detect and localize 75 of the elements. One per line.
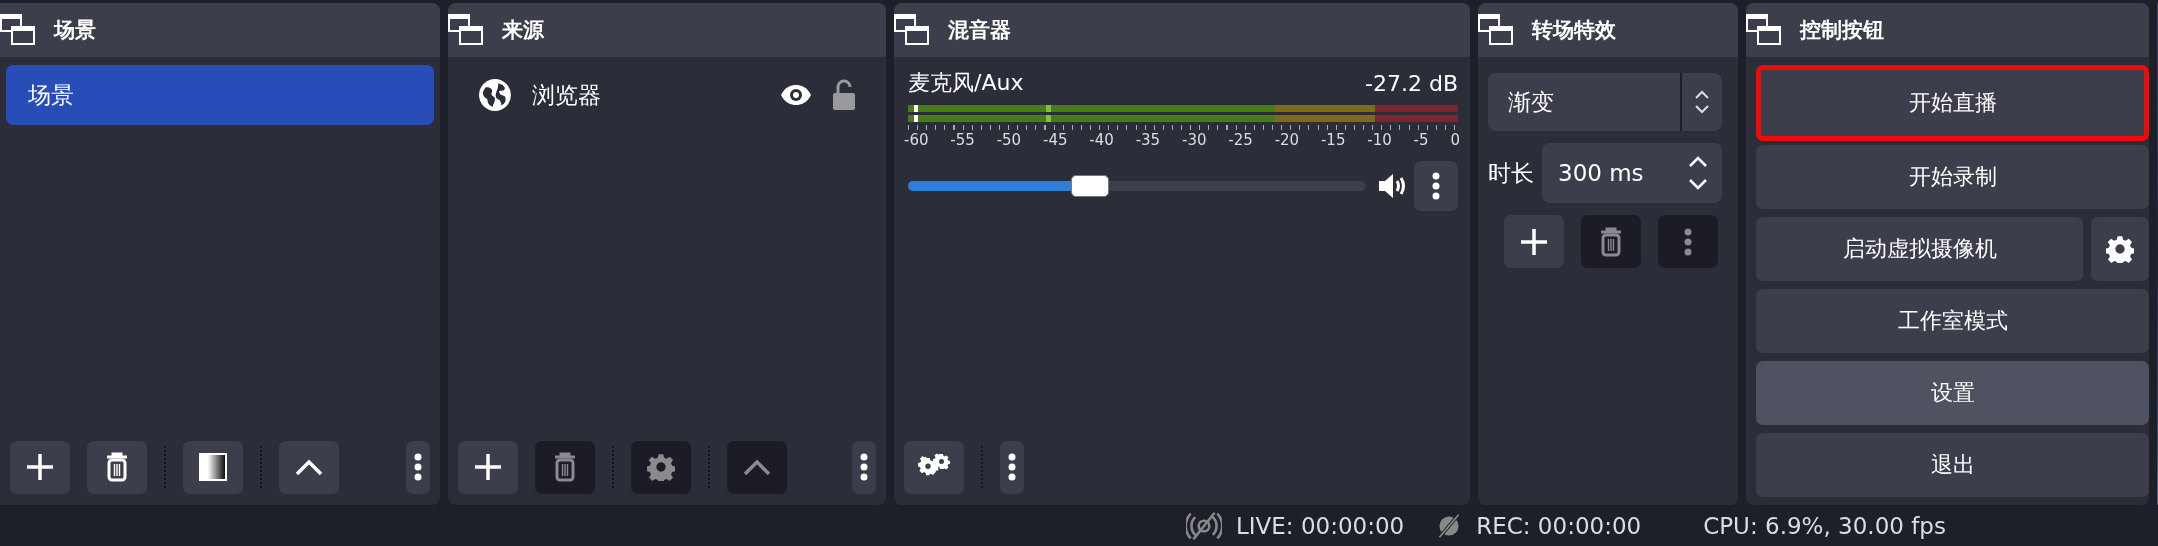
scale-label: -55 bbox=[950, 131, 975, 149]
control-button[interactable]: 工作室模式 bbox=[1756, 289, 2149, 353]
more-icon bbox=[860, 453, 868, 481]
channel-name: 麦克风/Aux bbox=[908, 69, 1024, 97]
volume-slider[interactable] bbox=[908, 174, 1366, 198]
mute-toggle[interactable] bbox=[1378, 172, 1408, 200]
eye-icon bbox=[780, 84, 812, 106]
scale-label: -10 bbox=[1367, 131, 1392, 149]
speaker-icon bbox=[1378, 172, 1408, 200]
gear-icon bbox=[647, 453, 675, 481]
source-item[interactable]: 浏览器 bbox=[454, 65, 880, 125]
globe-icon bbox=[478, 78, 512, 112]
scale-label: -30 bbox=[1181, 131, 1207, 149]
menu-button[interactable] bbox=[406, 440, 430, 494]
panel-title: 混音器 bbox=[948, 17, 1011, 44]
plus-icon bbox=[473, 452, 503, 482]
visibility-toggle[interactable] bbox=[780, 84, 812, 106]
control-button[interactable]: 退出 bbox=[1756, 433, 2149, 497]
trash-icon bbox=[553, 452, 577, 482]
more-icon bbox=[1684, 227, 1692, 256]
menu-button[interactable] bbox=[1414, 161, 1458, 211]
scale-label: -40 bbox=[1089, 131, 1114, 149]
chevron-up-icon bbox=[742, 458, 772, 476]
transition-dropdown[interactable]: 渐变 bbox=[1488, 73, 1722, 131]
add-button[interactable] bbox=[1504, 215, 1564, 268]
scale-label: -25 bbox=[1228, 131, 1253, 149]
rec-time: REC: 00:00:00 bbox=[1476, 512, 1642, 539]
more-icon bbox=[414, 453, 422, 481]
lock-toggle[interactable] bbox=[832, 79, 856, 111]
panel-title: 转场特效 bbox=[1532, 17, 1616, 44]
panel-title: 来源 bbox=[502, 17, 544, 44]
control-button[interactable]: 启动虚拟摄像机 bbox=[1756, 217, 2083, 281]
settings-button[interactable] bbox=[2091, 217, 2149, 281]
scale-label: -35 bbox=[1135, 131, 1161, 149]
menu-button[interactable] bbox=[1000, 440, 1024, 494]
filter-button[interactable] bbox=[183, 440, 243, 494]
remove-button[interactable] bbox=[87, 440, 147, 494]
add-button[interactable] bbox=[458, 440, 518, 494]
chevron-up-icon bbox=[294, 458, 324, 476]
volume-reading: -27.2 dB bbox=[1365, 70, 1458, 96]
trash-icon bbox=[105, 452, 129, 482]
scene-item[interactable]: 场景 bbox=[6, 65, 434, 125]
source-label: 浏览器 bbox=[532, 80, 601, 110]
gear-icon bbox=[2106, 235, 2134, 263]
cpu-usage: CPU: 6.9%, 30.00 fps bbox=[1703, 512, 1946, 539]
plus-icon bbox=[25, 452, 55, 482]
slider-thumb[interactable] bbox=[1071, 175, 1110, 197]
scale-label: -60 bbox=[904, 131, 929, 149]
trash-icon bbox=[1599, 226, 1623, 257]
scale-label: -15 bbox=[1320, 131, 1346, 149]
audio-settings-button[interactable] bbox=[904, 440, 964, 494]
move-up-button[interactable] bbox=[279, 440, 339, 494]
stream-off-icon bbox=[1186, 510, 1222, 541]
control-button[interactable]: 设置 bbox=[1756, 361, 2149, 425]
add-button[interactable] bbox=[10, 440, 70, 494]
panel-title: 场景 bbox=[54, 17, 96, 44]
live-time: LIVE: 00:00:00 bbox=[1236, 512, 1405, 539]
plus-icon bbox=[1519, 226, 1549, 257]
unlocked-lock-icon bbox=[832, 79, 856, 111]
menu-button[interactable] bbox=[852, 440, 876, 494]
up-down-icon bbox=[1694, 89, 1710, 115]
stepper-icon bbox=[1688, 156, 1708, 190]
more-icon bbox=[1432, 172, 1440, 200]
control-button[interactable]: 开始直播 bbox=[1756, 65, 2149, 141]
duration-label: 时长 bbox=[1488, 158, 1534, 188]
duration-field[interactable]: 300 ms bbox=[1542, 143, 1722, 203]
scale-label: -20 bbox=[1274, 131, 1300, 149]
scale-label: 0 bbox=[1450, 131, 1460, 149]
filter-icon bbox=[199, 453, 227, 481]
panel-title: 控制按钮 bbox=[1800, 17, 1884, 44]
more-icon bbox=[1008, 453, 1016, 481]
scale-label: -5 bbox=[1413, 131, 1429, 149]
scale-label: -50 bbox=[996, 131, 1022, 149]
scale-label: -45 bbox=[1043, 131, 1068, 149]
control-button[interactable]: 开始录制 bbox=[1756, 145, 2149, 209]
